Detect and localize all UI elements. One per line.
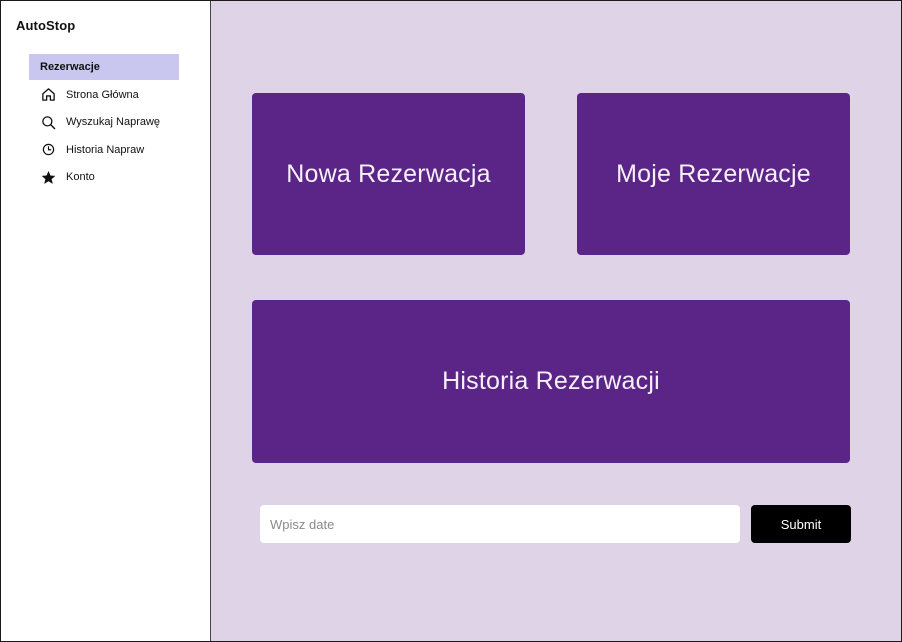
new-reservation-card[interactable]: Nowa Rezerwacja [252,93,525,255]
home-icon [40,87,56,103]
sidebar-item-rezerwacje[interactable]: Rezerwacje [29,54,179,80]
sidebar-item-strona-glowna[interactable]: Strona Główna [29,82,179,108]
sidebar-nav: Rezerwacje Strona Główna Wyszukaj Napraw… [29,54,179,192]
app-window: AutoStop Rezerwacje Strona Główna Wyszuk… [0,0,902,642]
sidebar: AutoStop Rezerwacje Strona Główna Wyszuk… [1,1,211,641]
sidebar-item-wyszukaj-naprawe[interactable]: Wyszukaj Naprawę [29,109,179,135]
reservation-history-label: Historia Rezerwacji [442,367,660,395]
clock-icon [40,142,56,158]
sidebar-item-label: Historia Napraw [66,143,145,156]
my-reservations-label: Moje Rezerwacje [616,159,811,188]
date-input[interactable] [260,505,740,543]
search-icon [40,114,56,130]
submit-button[interactable]: Submit [751,505,851,543]
my-reservations-card[interactable]: Moje Rezerwacje [577,93,850,255]
sidebar-item-konto[interactable]: Konto [29,164,179,190]
sidebar-item-label: Konto [66,171,95,183]
main-content: Nowa Rezerwacja Moje Rezerwacje Historia… [211,1,901,641]
new-reservation-label: Nowa Rezerwacja [286,159,491,188]
sidebar-item-label: Rezerwacje [40,61,100,73]
reservation-history-card[interactable]: Historia Rezerwacji [252,300,850,463]
sidebar-item-historia-napraw[interactable]: Historia Napraw [29,137,179,163]
sidebar-item-label: Strona Główna [66,88,139,101]
app-title: AutoStop [16,18,76,33]
sidebar-item-label: Wyszukaj Naprawę [66,116,161,128]
star-icon [40,169,56,185]
